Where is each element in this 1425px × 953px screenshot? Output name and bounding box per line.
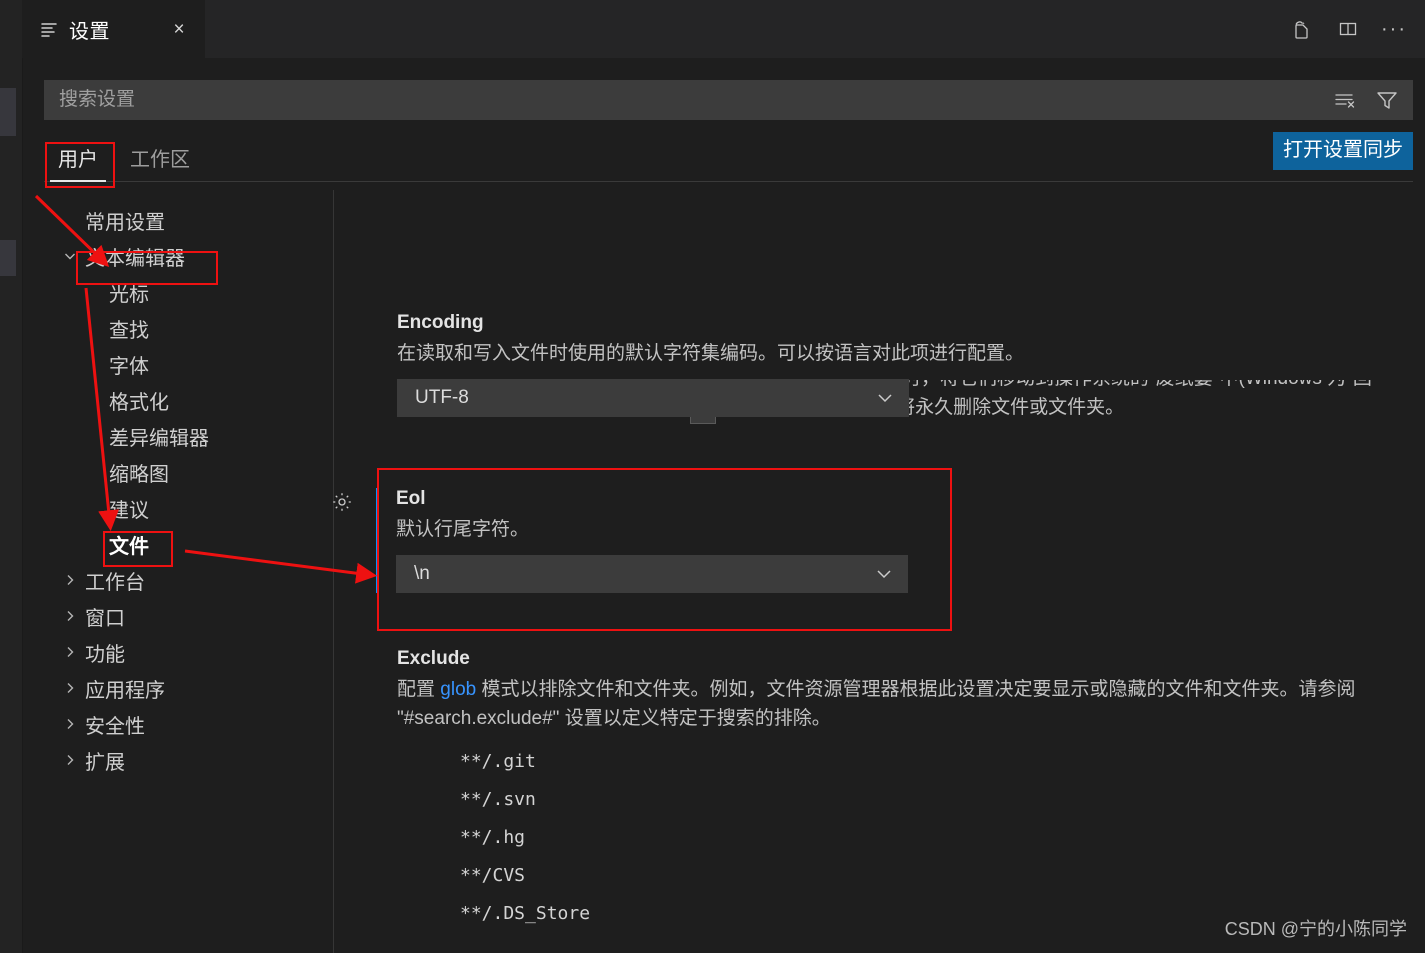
settings-toc-tree[interactable]: 常用设置文本编辑器光标查找字体格式化差异编辑器缩略图建议文件工作台窗口功能应用程… bbox=[23, 202, 333, 953]
editor-actions: ··· bbox=[1289, 0, 1413, 58]
tab-title: 设置 bbox=[69, 20, 110, 43]
toc-item-13[interactable]: 应用程序 bbox=[23, 670, 333, 706]
close-icon[interactable]: × bbox=[167, 17, 191, 41]
toc-item-label: 常用设置 bbox=[85, 211, 165, 234]
toc-item-label: 文件 bbox=[109, 535, 149, 558]
watermark: CSDN @宁的小陈同学 bbox=[1224, 919, 1407, 939]
setting-eol-title: Eol bbox=[396, 488, 426, 509]
chevron-down-icon bbox=[875, 388, 895, 414]
scope-underline bbox=[44, 181, 1413, 182]
toc-item-8[interactable]: 建议 bbox=[23, 490, 333, 526]
turn-on-settings-sync-button[interactable]: 打开设置同步 bbox=[1273, 132, 1413, 170]
toc-item-5[interactable]: 格式化 bbox=[23, 382, 333, 418]
chevron-right-icon[interactable] bbox=[59, 598, 81, 634]
exclude-pattern-item[interactable]: **/.git bbox=[460, 743, 1385, 781]
filter-icon[interactable] bbox=[1374, 87, 1400, 113]
encoding-value: UTF-8 bbox=[415, 386, 469, 408]
toc-item-label: 字体 bbox=[109, 355, 149, 378]
gear-icon[interactable] bbox=[330, 490, 354, 514]
search-settings-bar bbox=[44, 80, 1413, 120]
settings-list-icon bbox=[38, 18, 60, 40]
setting-encoding-title: Encoding bbox=[397, 312, 484, 333]
toc-item-label: 窗口 bbox=[85, 607, 125, 630]
exclude-pattern-item[interactable]: **/.hg bbox=[460, 819, 1385, 857]
tab-workspace[interactable]: 工作区 bbox=[116, 139, 204, 182]
setting-exclude-description: 配置 glob 模式以排除文件和文件夹。例如，文件资源管理器根据此设置决定要显示… bbox=[397, 676, 1385, 733]
modified-indicator bbox=[376, 488, 379, 593]
exclude-pattern-item[interactable]: **/CVS bbox=[460, 857, 1385, 895]
settings-scope-bar: 用户 工作区 打开设置同步 bbox=[44, 132, 1413, 190]
toc-item-0[interactable]: 常用设置 bbox=[23, 202, 333, 238]
toc-item-9[interactable]: 文件 bbox=[23, 526, 333, 562]
chevron-down-icon[interactable] bbox=[59, 238, 81, 274]
eol-dropdown[interactable]: \n bbox=[396, 554, 908, 593]
setting-eol[interactable]: Eol 默认行尾字符。 \n bbox=[333, 472, 936, 611]
toc-item-label: 建议 bbox=[109, 499, 149, 522]
search-input[interactable] bbox=[45, 81, 1332, 119]
glob-link[interactable]: glob bbox=[440, 679, 476, 700]
chevron-down-icon bbox=[874, 564, 894, 590]
toc-item-label: 应用程序 bbox=[85, 679, 165, 702]
setting-encoding[interactable]: Encoding 在读取和写入文件时使用的默认字符集编码。可以按语言对此项进行配… bbox=[334, 312, 1425, 417]
toc-item-label: 文本编辑器 bbox=[85, 247, 185, 270]
clear-search-icon[interactable] bbox=[1332, 87, 1358, 113]
toc-item-label: 功能 bbox=[85, 643, 125, 666]
exclude-desc-part1: 配置 bbox=[397, 679, 441, 700]
sidebar-fragment-top bbox=[0, 88, 16, 136]
tab-settings[interactable]: 设置 × bbox=[22, 0, 205, 58]
split-editor-icon[interactable] bbox=[1335, 16, 1361, 42]
toc-item-14[interactable]: 安全性 bbox=[23, 706, 333, 742]
toc-item-label: 格式化 bbox=[109, 391, 169, 414]
toc-item-15[interactable]: 扩展 bbox=[23, 742, 333, 778]
eol-value: \n bbox=[414, 562, 430, 584]
toc-item-label: 工作台 bbox=[85, 571, 145, 594]
setting-exclude-title: Exclude bbox=[397, 648, 470, 669]
toc-item-7[interactable]: 缩略图 bbox=[23, 454, 333, 490]
chevron-right-icon[interactable] bbox=[59, 634, 81, 670]
setting-encoding-description: 在读取和写入文件时使用的默认字符集编码。可以按语言对此项进行配置。 bbox=[397, 343, 1025, 364]
activity-bar-strip bbox=[0, 0, 22, 953]
chevron-right-icon[interactable] bbox=[59, 742, 81, 778]
editor-tab-bar: 设置 × ··· bbox=[22, 0, 1425, 58]
sidebar-fragment-bottom bbox=[0, 240, 16, 276]
toc-item-1[interactable]: 文本编辑器 bbox=[23, 238, 333, 274]
toc-item-label: 差异编辑器 bbox=[109, 427, 209, 450]
tab-user[interactable]: 用户 bbox=[44, 139, 112, 182]
exclude-pattern-item[interactable]: **/.svn bbox=[460, 781, 1385, 819]
toc-item-6[interactable]: 差异编辑器 bbox=[23, 418, 333, 454]
toc-item-4[interactable]: 字体 bbox=[23, 346, 333, 382]
toc-item-label: 安全性 bbox=[85, 715, 145, 738]
search-bar-actions bbox=[1332, 87, 1412, 113]
setting-exclude[interactable]: Exclude 配置 glob 模式以排除文件和文件夹。例如，文件资源管理器根据… bbox=[334, 648, 1425, 933]
toc-item-label: 扩展 bbox=[85, 751, 125, 774]
toc-item-label: 缩略图 bbox=[109, 463, 169, 486]
exclude-desc-part2: 模式以排除文件和文件夹。例如，文件资源管理器根据此设置决定要显示或隐藏的文件和文… bbox=[397, 679, 1356, 729]
toc-item-label: 光标 bbox=[109, 283, 149, 306]
exclude-pattern-list[interactable]: **/.git **/.svn **/.hg **/CVS **/.DS_Store bbox=[397, 743, 1385, 933]
chevron-right-icon[interactable] bbox=[59, 670, 81, 706]
encoding-dropdown[interactable]: UTF-8 bbox=[397, 378, 909, 417]
open-settings-json-icon[interactable] bbox=[1289, 16, 1315, 42]
toc-item-10[interactable]: 工作台 bbox=[23, 562, 333, 598]
toc-item-12[interactable]: 功能 bbox=[23, 634, 333, 670]
chevron-right-icon[interactable] bbox=[59, 706, 81, 742]
scope-tabs: 用户 工作区 bbox=[44, 134, 204, 182]
setting-eol-description: 默认行尾字符。 bbox=[396, 519, 530, 540]
more-actions-icon[interactable]: ··· bbox=[1381, 16, 1407, 42]
toc-item-label: 查找 bbox=[109, 319, 149, 342]
vscode-settings-window: 设置 × ··· 搜索设置 用户 工作区 打开设置同步 常用设置 文本编辑器 光… bbox=[0, 0, 1425, 953]
toc-item-3[interactable]: 查找 bbox=[23, 310, 333, 346]
chevron-right-icon[interactable] bbox=[59, 562, 81, 598]
toc-item-11[interactable]: 窗口 bbox=[23, 598, 333, 634]
toc-item-2[interactable]: 光标 bbox=[23, 274, 333, 310]
